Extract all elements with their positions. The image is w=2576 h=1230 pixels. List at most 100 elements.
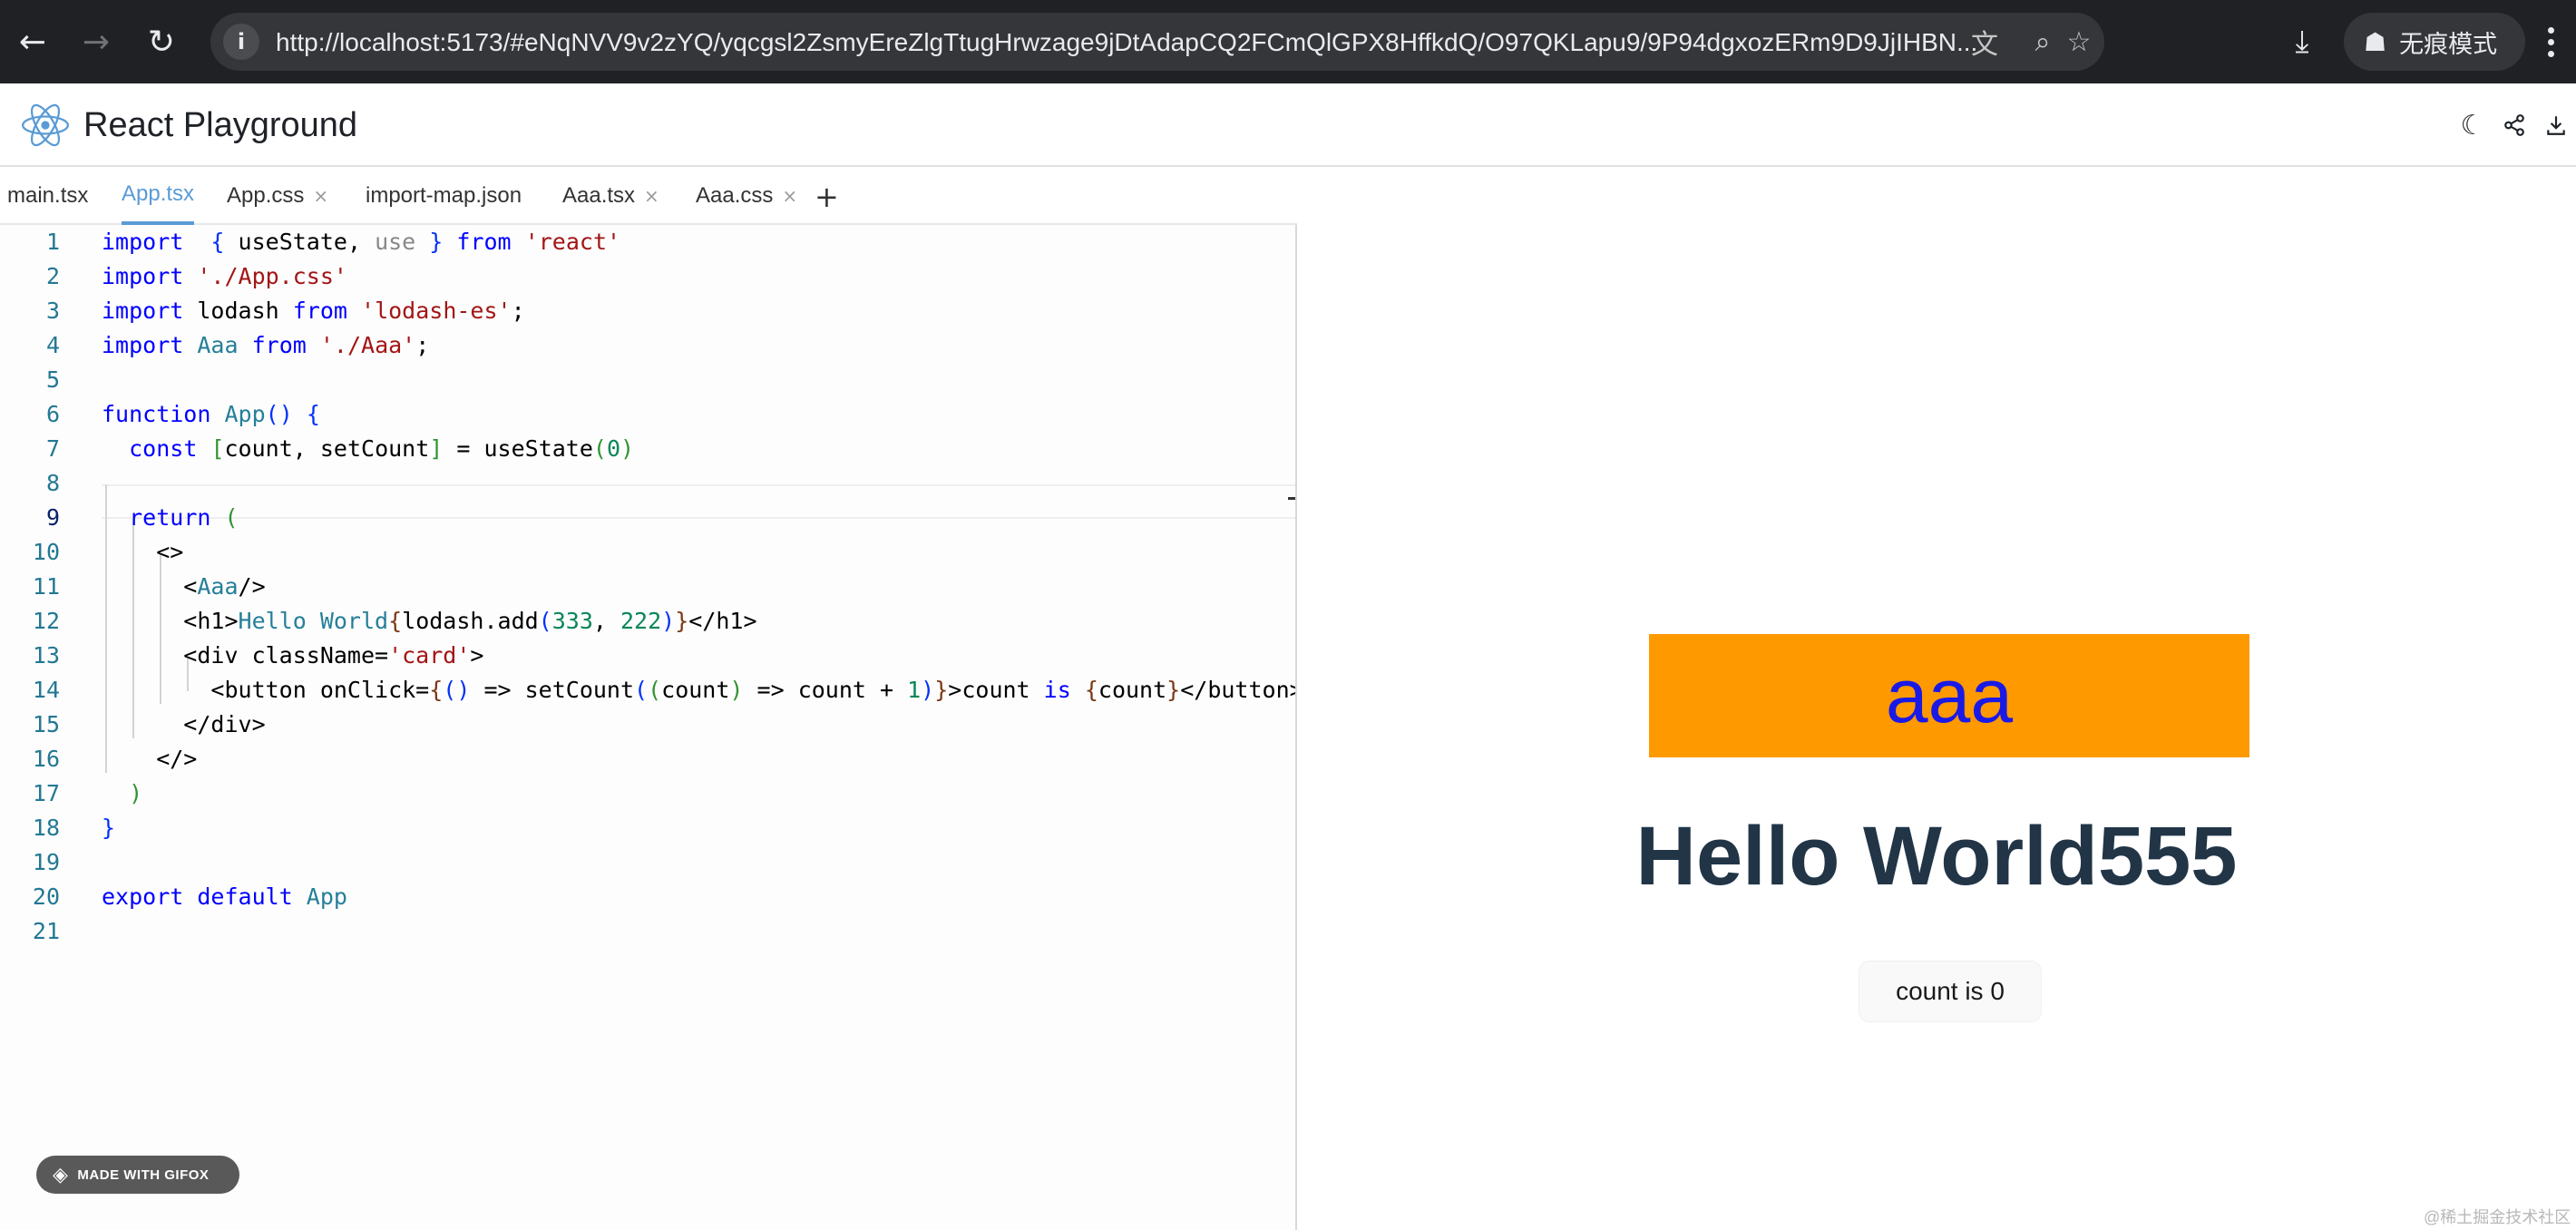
line-number: 4 xyxy=(45,332,60,358)
site-info-icon[interactable]: i xyxy=(223,24,259,60)
line-number: 13 xyxy=(32,642,60,669)
code-text: </> xyxy=(102,746,198,772)
incognito-badge[interactable]: ☗ 无痕模式 xyxy=(2344,13,2525,71)
preview-pane: aaa Hello World555 count is 0 @稀土掘金技术社区 xyxy=(1299,167,2576,1230)
code-text: export default App xyxy=(102,883,347,910)
aaa-text: aaa xyxy=(1885,652,2014,738)
code-line[interactable]: 9 return ( xyxy=(0,501,1295,535)
line-number: 16 xyxy=(32,746,60,772)
count-button[interactable]: count is 0 xyxy=(1859,961,2042,1022)
code-text: } xyxy=(102,815,116,841)
code-text: const [count, setCount] = useState(0) xyxy=(129,435,635,462)
code-line[interactable]: 12 <h1>Hello World{lodash.add(333, 222)}… xyxy=(0,604,1295,639)
code-text: <h1>Hello World{lodash.add(333, 222)}</h… xyxy=(102,608,757,634)
code-editor[interactable]: 1 import { useState, use } from 'react' 2 i… xyxy=(0,225,1295,1230)
code-line[interactable]: 16 </> xyxy=(0,742,1295,776)
code-text: <div className='card'> xyxy=(102,642,484,669)
tab-main-tsx[interactable]: main.tsx xyxy=(7,167,88,225)
line-number: 9 xyxy=(45,504,60,531)
code-line[interactable]: 7 const [count, setCount] = useState(0) xyxy=(0,432,1295,466)
line-number: 19 xyxy=(32,849,60,875)
kebab-menu-icon[interactable] xyxy=(2538,20,2563,63)
code-line[interactable]: 15 </div> xyxy=(0,708,1295,742)
aaa-component: aaa xyxy=(1649,634,2249,757)
code-text: <button onClick={() => setCount((count) … xyxy=(102,677,1295,703)
line-number: 7 xyxy=(45,435,60,462)
tab-app-css[interactable]: App.css × xyxy=(227,167,328,225)
code-line[interactable]: 2 import './App.css' xyxy=(0,259,1295,294)
code-line[interactable]: 10 <> xyxy=(0,535,1295,570)
code-text: import { useState, use } from 'react' xyxy=(102,229,621,255)
code-text: return ( xyxy=(129,504,239,531)
code-text: import './App.css' xyxy=(102,263,347,289)
code-line[interactable]: 8 xyxy=(0,466,1295,501)
line-number: 5 xyxy=(45,366,60,393)
line-number: 2 xyxy=(45,263,60,289)
code-line[interactable]: 13 <div className='card'> xyxy=(0,639,1295,673)
line-number: 3 xyxy=(45,298,60,324)
gifox-label: MADE WITH GIFOX xyxy=(77,1167,210,1183)
line-number: 8 xyxy=(45,470,60,496)
code-text: <Aaa/> xyxy=(102,573,266,600)
code-line[interactable]: 18} xyxy=(0,811,1295,845)
line-number: 17 xyxy=(32,780,60,806)
code-text: </div> xyxy=(102,711,266,737)
fox-icon: ◈ xyxy=(53,1163,69,1186)
code-line[interactable]: 11 <Aaa/> xyxy=(0,570,1295,604)
code-line[interactable]: 4 import Aaa from './Aaa'; xyxy=(0,328,1295,363)
watermark: @稀土掘金技术社区 xyxy=(2424,1208,2571,1226)
close-icon[interactable]: × xyxy=(644,185,659,207)
tab-aaa-tsx[interactable]: Aaa.tsx × xyxy=(562,167,659,225)
share-icon[interactable] xyxy=(2496,107,2532,143)
app-title: React Playground xyxy=(83,106,358,144)
line-number: 15 xyxy=(32,711,60,737)
code-text: ) xyxy=(129,780,143,806)
app-header: React Playground ☾ xyxy=(0,83,2576,167)
address-bar[interactable]: i http://localhost:5173/#eNqNVV9v2zYQ/yq… xyxy=(210,13,2104,71)
line-number: 10 xyxy=(32,539,60,565)
tab-aaa-css[interactable]: Aaa.css × xyxy=(696,167,797,225)
close-icon[interactable]: × xyxy=(782,185,797,207)
forward-arrow-icon[interactable]: → xyxy=(71,16,122,67)
code-text: function App() { xyxy=(102,401,320,427)
star-icon[interactable]: ☆ xyxy=(2061,24,2097,60)
download-icon[interactable]: ⤓ xyxy=(2280,20,2324,63)
code-line[interactable]: 1 import { useState, use } from 'react' xyxy=(0,225,1295,259)
url-text[interactable]: http://localhost:5173/#eNqNVV9v2zYQ/yqcg… xyxy=(276,27,1981,58)
code-line[interactable]: 21 xyxy=(0,914,1295,949)
code-line[interactable]: 20 export default App xyxy=(0,880,1295,914)
code-line[interactable]: 5 xyxy=(0,363,1295,397)
line-number: 18 xyxy=(32,815,60,841)
add-tab-button[interactable]: + xyxy=(815,180,839,214)
file-tabs: main.tsx App.tsx App.css × import-map.jso… xyxy=(0,167,1297,225)
gifox-badge: ◈ MADE WITH GIFOX xyxy=(36,1156,239,1194)
line-number: 11 xyxy=(32,573,60,600)
editor-pane: main.tsx App.tsx App.css × import-map.jso… xyxy=(0,167,1297,1230)
translate-icon[interactable]: 文 xyxy=(1966,24,2003,61)
tab-import-map-json[interactable]: import-map.json xyxy=(366,167,522,225)
code-text: import lodash from 'lodash-es'; xyxy=(102,298,525,324)
zoom-icon[interactable]: ⌕ xyxy=(2025,24,2061,60)
download-icon[interactable] xyxy=(2538,107,2574,143)
browser-toolbar: ← → ↻ i http://localhost:5173/#eNqNVV9v2… xyxy=(0,0,2576,83)
moon-icon[interactable]: ☾ xyxy=(2454,107,2491,143)
hello-heading: Hello World555 xyxy=(1635,810,2238,903)
code-line[interactable]: 19 xyxy=(0,845,1295,880)
code-text: import Aaa from './Aaa'; xyxy=(102,332,430,358)
code-line[interactable]: 6 function App() { xyxy=(0,397,1295,432)
tab-app-tsx[interactable]: App.tsx xyxy=(122,167,195,225)
code-line[interactable]: 14 <button onClick={() => setCount((coun… xyxy=(0,673,1295,708)
code-text: <> xyxy=(102,539,184,565)
incognito-icon: ☗ xyxy=(2364,26,2387,57)
line-number: 20 xyxy=(32,883,60,910)
line-number: 6 xyxy=(45,401,60,427)
line-number: 1 xyxy=(45,229,60,255)
code-line[interactable]: 3 import lodash from 'lodash-es'; xyxy=(0,294,1295,328)
code-line[interactable]: 17 ) xyxy=(0,776,1295,811)
line-number: 12 xyxy=(32,608,60,634)
close-icon[interactable]: × xyxy=(313,185,328,207)
reload-icon[interactable]: ↻ xyxy=(136,16,187,67)
back-arrow-icon[interactable]: ← xyxy=(7,16,58,67)
line-number: 14 xyxy=(32,677,60,703)
line-number: 21 xyxy=(32,918,60,944)
